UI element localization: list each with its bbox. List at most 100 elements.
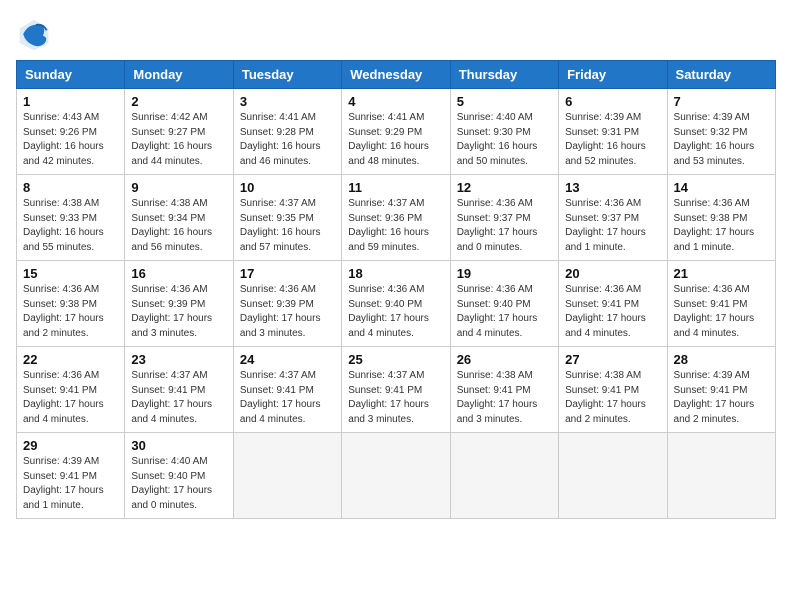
calendar-cell: 10 Sunrise: 4:37 AM Sunset: 9:35 PM Dayli… [233, 175, 341, 261]
logo [16, 16, 56, 52]
day-header-sunday: Sunday [17, 61, 125, 89]
calendar-cell [667, 433, 775, 519]
day-info: Sunrise: 4:43 AM Sunset: 9:26 PM Dayligh… [23, 111, 118, 169]
calendar-cell [450, 433, 558, 519]
day-number: 9 [131, 180, 226, 195]
day-number: 8 [23, 180, 118, 195]
calendar-cell: 16 Sunrise: 4:36 AM Sunset: 9:39 PM Dayli… [125, 261, 233, 347]
calendar-week-3: 15 Sunrise: 4:36 AM Sunset: 9:38 PM Dayli… [17, 261, 776, 347]
day-number: 4 [348, 94, 443, 109]
calendar-cell: 30 Sunrise: 4:40 AM Sunset: 9:40 PM Dayli… [125, 433, 233, 519]
day-info: Sunrise: 4:36 AM Sunset: 9:41 PM Dayligh… [565, 283, 660, 341]
calendar-cell: 19 Sunrise: 4:36 AM Sunset: 9:40 PM Dayli… [450, 261, 558, 347]
calendar-cell: 1 Sunrise: 4:43 AM Sunset: 9:26 PM Daylig… [17, 89, 125, 175]
logo-icon [16, 16, 52, 52]
calendar-cell: 22 Sunrise: 4:36 AM Sunset: 9:41 PM Dayli… [17, 347, 125, 433]
calendar-table: SundayMondayTuesdayWednesdayThursdayFrid… [16, 60, 776, 519]
day-info: Sunrise: 4:39 AM Sunset: 9:41 PM Dayligh… [23, 455, 118, 513]
calendar-cell: 6 Sunrise: 4:39 AM Sunset: 9:31 PM Daylig… [559, 89, 667, 175]
day-number: 18 [348, 266, 443, 281]
day-info: Sunrise: 4:39 AM Sunset: 9:41 PM Dayligh… [674, 369, 769, 427]
day-info: Sunrise: 4:41 AM Sunset: 9:28 PM Dayligh… [240, 111, 335, 169]
day-number: 1 [23, 94, 118, 109]
day-number: 30 [131, 438, 226, 453]
day-info: Sunrise: 4:38 AM Sunset: 9:41 PM Dayligh… [457, 369, 552, 427]
day-number: 14 [674, 180, 769, 195]
day-info: Sunrise: 4:39 AM Sunset: 9:31 PM Dayligh… [565, 111, 660, 169]
day-info: Sunrise: 4:36 AM Sunset: 9:40 PM Dayligh… [348, 283, 443, 341]
day-number: 25 [348, 352, 443, 367]
calendar-cell: 27 Sunrise: 4:38 AM Sunset: 9:41 PM Dayli… [559, 347, 667, 433]
calendar-cell [342, 433, 450, 519]
day-number: 5 [457, 94, 552, 109]
day-info: Sunrise: 4:39 AM Sunset: 9:32 PM Dayligh… [674, 111, 769, 169]
day-number: 17 [240, 266, 335, 281]
day-info: Sunrise: 4:38 AM Sunset: 9:41 PM Dayligh… [565, 369, 660, 427]
day-number: 2 [131, 94, 226, 109]
day-number: 29 [23, 438, 118, 453]
day-header-monday: Monday [125, 61, 233, 89]
day-info: Sunrise: 4:36 AM Sunset: 9:41 PM Dayligh… [23, 369, 118, 427]
day-number: 24 [240, 352, 335, 367]
calendar-cell: 13 Sunrise: 4:36 AM Sunset: 9:37 PM Dayli… [559, 175, 667, 261]
day-number: 16 [131, 266, 226, 281]
calendar-cell: 29 Sunrise: 4:39 AM Sunset: 9:41 PM Dayli… [17, 433, 125, 519]
day-info: Sunrise: 4:36 AM Sunset: 9:38 PM Dayligh… [674, 197, 769, 255]
day-info: Sunrise: 4:40 AM Sunset: 9:40 PM Dayligh… [131, 455, 226, 513]
calendar-cell: 14 Sunrise: 4:36 AM Sunset: 9:38 PM Dayli… [667, 175, 775, 261]
day-number: 15 [23, 266, 118, 281]
day-info: Sunrise: 4:36 AM Sunset: 9:41 PM Dayligh… [674, 283, 769, 341]
calendar-cell: 4Sunrise: 4:41 AM Sunset: 9:29 PM Daylig… [342, 89, 450, 175]
calendar-cell [559, 433, 667, 519]
calendar-cell: 17 Sunrise: 4:36 AM Sunset: 9:39 PM Dayli… [233, 261, 341, 347]
calendar-week-4: 22 Sunrise: 4:36 AM Sunset: 9:41 PM Dayli… [17, 347, 776, 433]
calendar-cell: 23Sunrise: 4:37 AM Sunset: 9:41 PM Dayli… [125, 347, 233, 433]
day-number: 6 [565, 94, 660, 109]
calendar-cell: 9 Sunrise: 4:38 AM Sunset: 9:34 PM Daylig… [125, 175, 233, 261]
day-number: 19 [457, 266, 552, 281]
calendar-cell: 15 Sunrise: 4:36 AM Sunset: 9:38 PM Dayli… [17, 261, 125, 347]
day-header-tuesday: Tuesday [233, 61, 341, 89]
day-info: Sunrise: 4:38 AM Sunset: 9:34 PM Dayligh… [131, 197, 226, 255]
day-info: Sunrise: 4:42 AM Sunset: 9:27 PM Dayligh… [131, 111, 226, 169]
day-number: 28 [674, 352, 769, 367]
day-header-wednesday: Wednesday [342, 61, 450, 89]
calendar-cell: 26 Sunrise: 4:38 AM Sunset: 9:41 PM Dayli… [450, 347, 558, 433]
day-number: 13 [565, 180, 660, 195]
day-info: Sunrise: 4:36 AM Sunset: 9:37 PM Dayligh… [457, 197, 552, 255]
calendar-cell: 18 Sunrise: 4:36 AM Sunset: 9:40 PM Dayli… [342, 261, 450, 347]
day-header-friday: Friday [559, 61, 667, 89]
day-info: Sunrise: 4:37 AM Sunset: 9:35 PM Dayligh… [240, 197, 335, 255]
calendar-cell: 5 Sunrise: 4:40 AM Sunset: 9:30 PM Daylig… [450, 89, 558, 175]
calendar-cell: 11Sunrise: 4:37 AM Sunset: 9:36 PM Dayli… [342, 175, 450, 261]
day-number: 3 [240, 94, 335, 109]
calendar-cell: 28 Sunrise: 4:39 AM Sunset: 9:41 PM Dayli… [667, 347, 775, 433]
calendar-cell: 21 Sunrise: 4:36 AM Sunset: 9:41 PM Dayli… [667, 261, 775, 347]
day-info: Sunrise: 4:36 AM Sunset: 9:38 PM Dayligh… [23, 283, 118, 341]
day-info: Sunrise: 4:36 AM Sunset: 9:39 PM Dayligh… [240, 283, 335, 341]
day-number: 23 [131, 352, 226, 367]
day-info: Sunrise: 4:38 AM Sunset: 9:33 PM Dayligh… [23, 197, 118, 255]
calendar-week-5: 29 Sunrise: 4:39 AM Sunset: 9:41 PM Dayli… [17, 433, 776, 519]
day-info: Sunrise: 4:40 AM Sunset: 9:30 PM Dayligh… [457, 111, 552, 169]
day-info: Sunrise: 4:36 AM Sunset: 9:37 PM Dayligh… [565, 197, 660, 255]
day-number: 21 [674, 266, 769, 281]
day-number: 20 [565, 266, 660, 281]
calendar-cell: 24 Sunrise: 4:37 AM Sunset: 9:41 PM Dayli… [233, 347, 341, 433]
day-number: 10 [240, 180, 335, 195]
day-header-thursday: Thursday [450, 61, 558, 89]
day-header-saturday: Saturday [667, 61, 775, 89]
day-info: Sunrise: 4:36 AM Sunset: 9:39 PM Dayligh… [131, 283, 226, 341]
day-number: 26 [457, 352, 552, 367]
day-info: Sunrise: 4:37 AM Sunset: 9:36 PM Dayligh… [348, 197, 443, 255]
day-info: Sunrise: 4:37 AM Sunset: 9:41 PM Dayligh… [240, 369, 335, 427]
calendar-cell: 2 Sunrise: 4:42 AM Sunset: 9:27 PM Daylig… [125, 89, 233, 175]
day-number: 27 [565, 352, 660, 367]
page-header [16, 16, 776, 52]
calendar-week-2: 8 Sunrise: 4:38 AM Sunset: 9:33 PM Daylig… [17, 175, 776, 261]
day-number: 22 [23, 352, 118, 367]
day-info: Sunrise: 4:36 AM Sunset: 9:40 PM Dayligh… [457, 283, 552, 341]
day-number: 7 [674, 94, 769, 109]
day-number: 12 [457, 180, 552, 195]
calendar-cell: 7 Sunrise: 4:39 AM Sunset: 9:32 PM Daylig… [667, 89, 775, 175]
